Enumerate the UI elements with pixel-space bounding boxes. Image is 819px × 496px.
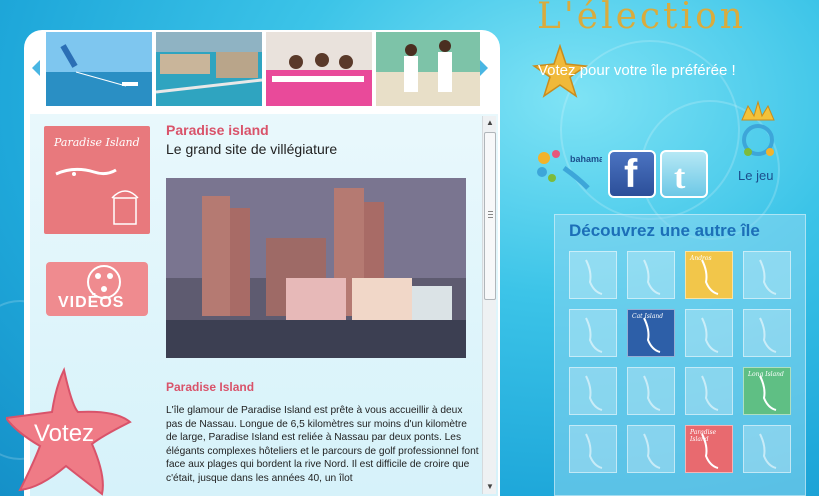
island-tile[interactable] xyxy=(743,309,791,357)
votez-label: Votez xyxy=(34,420,95,447)
island-tile-label: Andros xyxy=(690,255,712,262)
island-shape-icon xyxy=(643,375,661,411)
photo-gallery xyxy=(30,32,494,108)
le-jeu-link[interactable]: Le jeu xyxy=(732,100,784,192)
island-tile[interactable] xyxy=(569,367,617,415)
bahamas-logo[interactable]: bahamas xyxy=(534,148,609,192)
page-title: L'élection xyxy=(537,0,746,37)
vote-banner-link[interactable]: Votez pour votre île préférée ! xyxy=(538,62,736,79)
island-tile-label: Cat Island xyxy=(632,313,664,320)
scroll-up-arrow[interactable]: ▲ xyxy=(483,116,497,130)
article-header: Paradise island Le grand site de villégi… xyxy=(166,122,476,157)
gallery-photo-parasail[interactable] xyxy=(46,32,152,106)
gallery-prev-arrow[interactable] xyxy=(32,60,40,76)
island-shape-icon xyxy=(585,259,603,295)
svg-text:t: t xyxy=(674,159,686,196)
island-tile[interactable] xyxy=(569,425,617,473)
videos-card[interactable]: VIDÉOS xyxy=(46,262,148,316)
island-tile-label: Long Island xyxy=(748,371,784,378)
facebook-icon[interactable]: f xyxy=(608,150,656,198)
gallery-photo-aerial[interactable] xyxy=(156,32,262,106)
le-jeu-label: Le jeu xyxy=(738,168,774,183)
island-tile[interactable] xyxy=(685,309,733,357)
island-shape-icon xyxy=(701,375,719,411)
island-tile[interactable]: Cat Island xyxy=(627,309,675,357)
article-body: L'île glamour de Paradise Island est prê… xyxy=(166,405,479,484)
votez-starfish-button[interactable]: Votez xyxy=(4,366,136,496)
island-tile-label: Paradise Island xyxy=(690,429,717,443)
island-shape-icon xyxy=(585,317,603,353)
article-title: Paradise island xyxy=(166,122,269,138)
island-shape-icon xyxy=(585,375,603,411)
videos-label: VIDÉOS xyxy=(58,294,125,311)
twitter-icon[interactable]: t xyxy=(660,150,708,198)
island-tile[interactable] xyxy=(627,367,675,415)
gallery-photo-market[interactable] xyxy=(266,32,372,106)
island-tile[interactable] xyxy=(743,251,791,299)
facebook-letter: f xyxy=(624,152,638,196)
island-tile[interactable]: Paradise Island xyxy=(685,425,733,473)
island-map-icon xyxy=(55,167,139,225)
island-shape-icon xyxy=(643,259,661,295)
island-tile[interactable] xyxy=(627,425,675,473)
island-shape-icon xyxy=(759,317,777,353)
paradise-island-card[interactable]: Paradise Island xyxy=(44,126,150,234)
article-subtitle: Le grand site de villégiature xyxy=(166,141,338,157)
scrollbar[interactable]: ▲ ▼ xyxy=(482,116,496,494)
section-title: Paradise Island xyxy=(166,380,255,394)
island-tile[interactable]: Andros xyxy=(685,251,733,299)
hero-image xyxy=(166,178,466,358)
svg-text:bahamas: bahamas xyxy=(570,154,602,164)
gallery-photo-beach-couple[interactable] xyxy=(376,32,480,106)
island-tile[interactable] xyxy=(627,251,675,299)
island-tile[interactable]: Long Island xyxy=(743,367,791,415)
island-tile[interactable] xyxy=(685,367,733,415)
island-shape-icon xyxy=(759,433,777,469)
discover-panel: Découvrez une autre île Andros Cat Island… xyxy=(554,214,806,496)
island-shape-icon xyxy=(585,433,603,469)
island-shape-icon xyxy=(643,433,661,469)
scrollbar-thumb[interactable] xyxy=(484,132,496,300)
island-tile[interactable] xyxy=(569,309,617,357)
gallery-next-arrow[interactable] xyxy=(480,60,488,76)
crown-icon xyxy=(741,100,775,156)
island-shape-icon xyxy=(701,317,719,353)
scroll-down-arrow[interactable]: ▼ xyxy=(483,480,497,494)
island-tile[interactable] xyxy=(569,251,617,299)
island-tile[interactable] xyxy=(743,425,791,473)
discover-title: Découvrez une autre île xyxy=(569,221,760,240)
island-shape-icon xyxy=(759,259,777,295)
